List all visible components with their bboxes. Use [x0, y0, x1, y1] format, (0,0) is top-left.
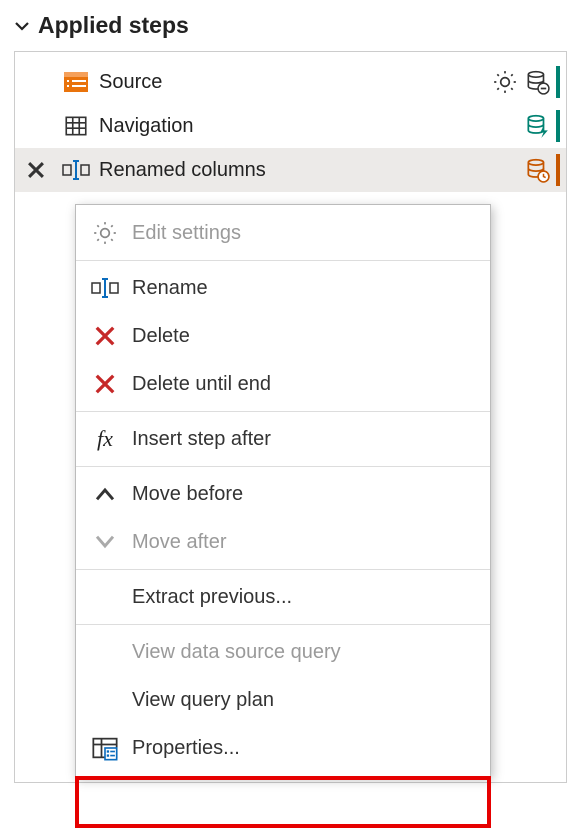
- menu-label: Edit settings: [132, 222, 241, 245]
- step-label: Navigation: [99, 115, 518, 138]
- menu-label: View data source query: [132, 641, 341, 664]
- db-clock-icon: [524, 157, 550, 183]
- menu-edit-settings: Edit settings: [76, 209, 490, 257]
- menu-label: Move before: [132, 483, 243, 506]
- table-icon: [59, 113, 93, 139]
- context-menu: Edit settings Rename Delete: [75, 204, 491, 777]
- menu-label: View query plan: [132, 689, 274, 712]
- step-navigation[interactable]: Navigation: [15, 104, 566, 148]
- menu-label: Delete until end: [132, 373, 271, 396]
- fx-icon: fx: [88, 426, 122, 452]
- rename-icon: [88, 277, 122, 299]
- menu-label: Rename: [132, 277, 208, 300]
- applied-steps-header[interactable]: Applied steps: [14, 8, 567, 51]
- menu-delete-until-end[interactable]: Delete until end: [76, 360, 490, 408]
- db-minus-icon: [524, 69, 550, 95]
- applied-steps-panel: Source: [14, 51, 567, 783]
- menu-delete[interactable]: Delete: [76, 312, 490, 360]
- menu-properties[interactable]: Properties...: [76, 724, 490, 772]
- rename-icon: [59, 159, 93, 181]
- status-bar: [556, 154, 560, 186]
- separator: [76, 260, 490, 261]
- menu-insert-step-after[interactable]: fx Insert step after: [76, 415, 490, 463]
- menu-move-after: Move after: [76, 518, 490, 566]
- status-bar: [556, 110, 560, 142]
- menu-extract-previous[interactable]: Extract previous...: [76, 573, 490, 621]
- separator: [76, 569, 490, 570]
- status-bar: [556, 66, 560, 98]
- menu-label: Extract previous...: [132, 586, 292, 609]
- chevron-down-icon: [14, 18, 30, 34]
- step-source[interactable]: Source: [15, 60, 566, 104]
- gear-icon: [88, 220, 122, 246]
- section-title: Applied steps: [38, 12, 189, 39]
- x-red-icon: [88, 325, 122, 347]
- x-red-icon: [88, 373, 122, 395]
- separator: [76, 411, 490, 412]
- menu-label: Insert step after: [132, 428, 271, 451]
- db-bolt-icon: [524, 113, 550, 139]
- separator: [76, 624, 490, 625]
- menu-label: Properties...: [132, 737, 240, 760]
- menu-label: Move after: [132, 531, 226, 554]
- gear-icon[interactable]: [492, 69, 518, 95]
- delete-step-button[interactable]: [19, 159, 53, 181]
- menu-view-query-plan[interactable]: View query plan: [76, 676, 490, 724]
- menu-rename[interactable]: Rename: [76, 264, 490, 312]
- menu-view-data-source-query: View data source query: [76, 628, 490, 676]
- step-renamed-columns[interactable]: Renamed columns: [15, 148, 566, 192]
- menu-label: Delete: [132, 325, 190, 348]
- step-label: Source: [99, 71, 486, 94]
- highlight-outline: [75, 776, 491, 828]
- separator: [76, 466, 490, 467]
- source-icon: [59, 68, 93, 96]
- step-label: Renamed columns: [99, 159, 518, 182]
- chevron-up-icon: [88, 486, 122, 502]
- menu-move-before[interactable]: Move before: [76, 470, 490, 518]
- chevron-down-icon: [88, 534, 122, 550]
- properties-icon: [88, 735, 122, 761]
